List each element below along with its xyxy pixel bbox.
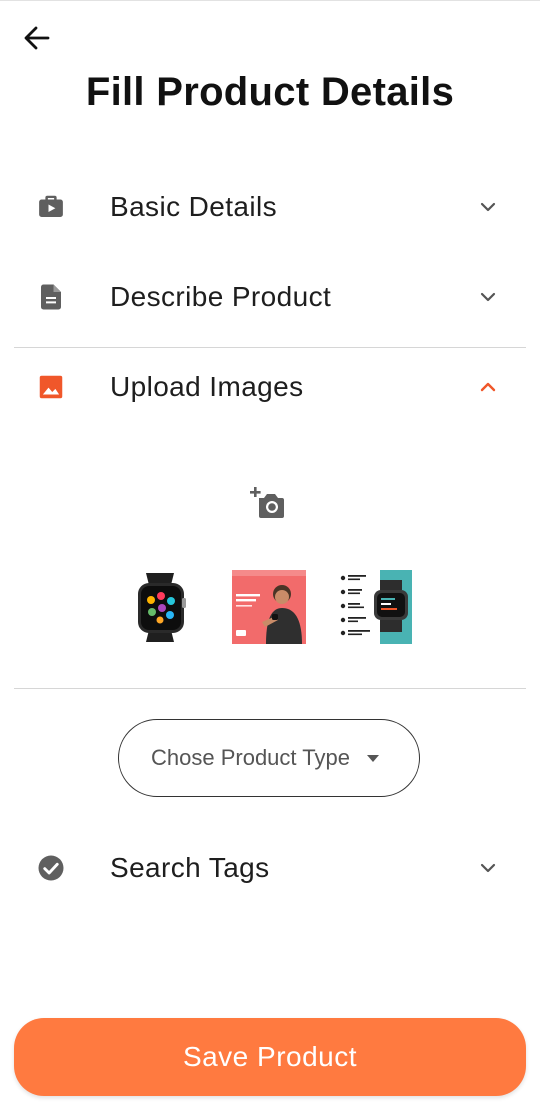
arrow-left-icon [24, 26, 50, 50]
section-describe-product-label: Describe Product [110, 281, 332, 312]
section-describe-product[interactable]: Describe Product [0, 262, 540, 332]
chevron-down-icon [480, 863, 496, 873]
top-divider [0, 0, 540, 1]
page-title: Fill Product Details [85, 70, 455, 114]
feature-list-image [338, 570, 412, 644]
uploaded-image-3[interactable] [338, 570, 412, 644]
add-photo-button[interactable] [250, 484, 288, 522]
product-type-placeholder: Chose Product Type [151, 745, 350, 770]
briefcase-play-icon [39, 195, 63, 217]
chevron-down-icon [480, 202, 496, 212]
section-basic-details[interactable]: Basic Details [0, 172, 540, 242]
dropdown-caret-icon [367, 755, 379, 762]
back-button[interactable] [22, 24, 52, 52]
uploaded-image-1[interactable] [124, 570, 198, 644]
section-divider [14, 347, 526, 348]
save-product-button[interactable]: Save Product [14, 1018, 526, 1096]
section-search-tags[interactable]: Search Tags [0, 833, 540, 903]
product-type-dropdown[interactable]: Chose Product Type [118, 719, 420, 797]
section-upload-images[interactable]: Upload Images [0, 352, 540, 422]
save-product-label: Save Product [182, 1041, 358, 1072]
image-icon [39, 375, 63, 399]
add-photo-camera-icon [250, 487, 284, 518]
smartwatch-image [124, 570, 198, 644]
section-search-tags-label: Search Tags [110, 852, 270, 883]
section-basic-details-label: Basic Details [110, 191, 278, 222]
section-divider [14, 688, 526, 689]
promo-banner-image [232, 570, 306, 644]
chevron-up-icon [480, 382, 496, 392]
document-icon [41, 284, 61, 310]
section-upload-images-label: Upload Images [110, 371, 304, 402]
chevron-down-icon [480, 292, 496, 302]
check-circle-icon [38, 855, 64, 881]
uploaded-image-2[interactable] [232, 570, 306, 644]
